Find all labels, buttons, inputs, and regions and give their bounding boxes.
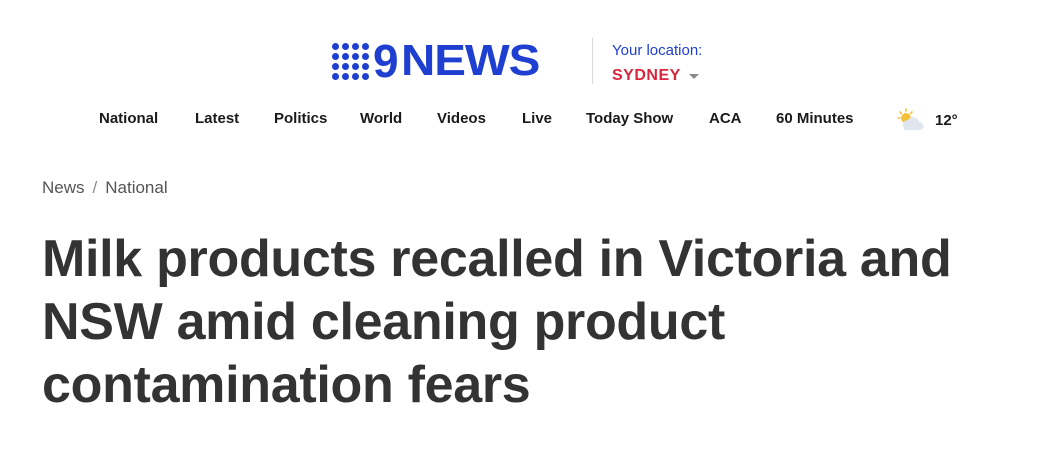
nav-item-live[interactable]: Live — [522, 110, 552, 127]
caret-down-icon — [688, 73, 699, 79]
article-headline: Milk products recalled in Victoria and N… — [42, 230, 952, 414]
breadcrumb-separator: / — [92, 178, 98, 197]
nav-item-60-minutes[interactable]: 60 Minutes — [776, 110, 854, 127]
weather-widget[interactable]: 12° — [895, 108, 958, 132]
location-dropdown[interactable]: SYDNEY — [612, 67, 702, 85]
location-label: Your location: — [612, 42, 703, 59]
nav-item-aca[interactable]: ACA — [709, 110, 742, 127]
breadcrumb: News / National — [42, 178, 168, 198]
logo-dots-icon — [332, 42, 369, 80]
page: 9 NEWS Your location: SYDNEY National La… — [0, 0, 1056, 456]
breadcrumb-item-news[interactable]: News — [42, 178, 85, 198]
nine-news-logo[interactable]: 9 NEWS — [332, 35, 540, 87]
nav-item-world[interactable]: World — [360, 110, 402, 127]
main-nav: National Latest Politics World Videos Li… — [0, 108, 1056, 134]
nav-item-videos[interactable]: Videos — [437, 110, 486, 127]
weather-temperature: 12° — [935, 111, 958, 129]
location-city: SYDNEY — [612, 67, 681, 84]
nav-item-latest[interactable]: Latest — [195, 110, 239, 127]
header-divider — [592, 38, 593, 84]
logo-wordmark: NEWS — [400, 36, 540, 85]
location-selector: Your location: SYDNEY — [612, 41, 702, 85]
logo-nine: 9 — [373, 35, 399, 87]
nav-item-today-show[interactable]: Today Show — [586, 110, 673, 127]
nav-item-politics[interactable]: Politics — [274, 110, 327, 127]
breadcrumb-item-national[interactable]: National — [105, 178, 167, 198]
nav-item-national[interactable]: National — [99, 110, 158, 127]
partly-cloudy-icon — [897, 108, 924, 130]
masthead: 9 NEWS Your location: SYDNEY — [0, 38, 1056, 98]
